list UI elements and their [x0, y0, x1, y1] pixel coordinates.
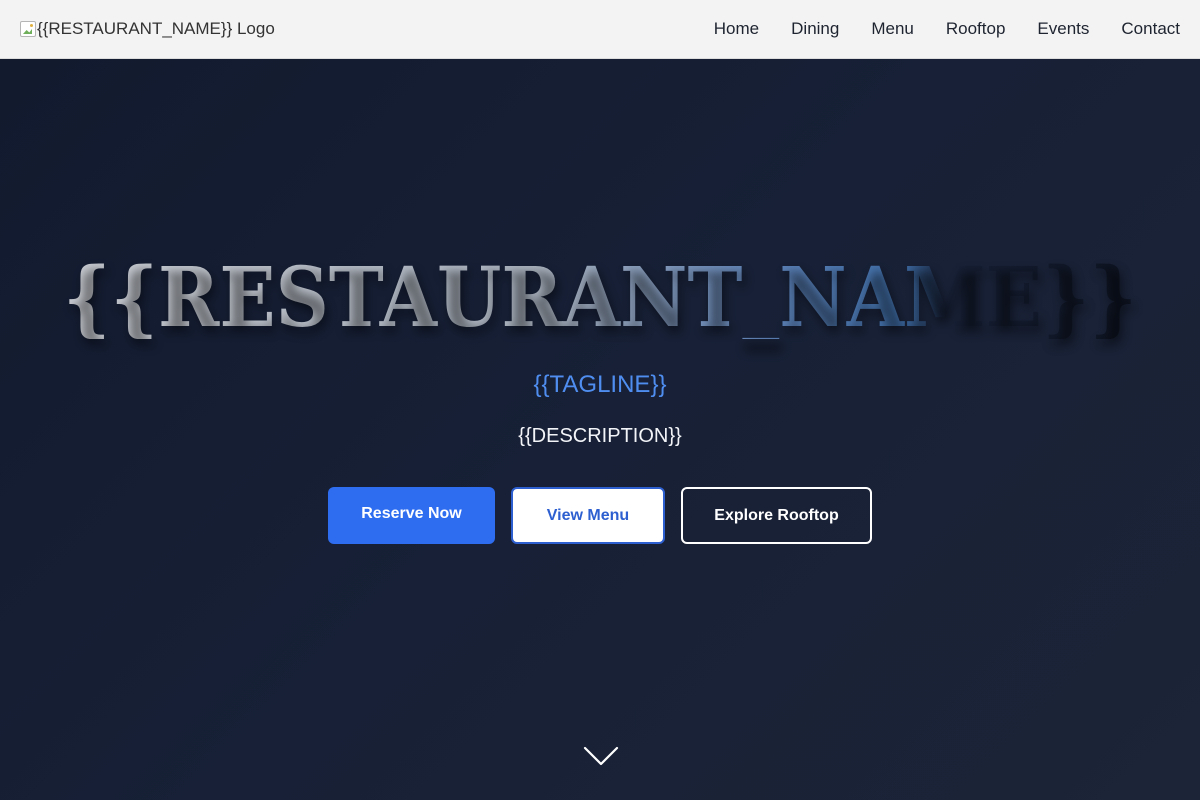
hero-title: {{RESTAURANT_NAME}}	[60, 257, 1140, 339]
logo[interactable]: {{RESTAURANT_NAME}} Logo	[20, 19, 275, 39]
nav-link-dining[interactable]: Dining	[791, 19, 839, 39]
broken-image-icon	[20, 21, 36, 37]
hero-tagline: {{TAGLINE}}	[533, 371, 667, 398]
nav-link-rooftop[interactable]: Rooftop	[946, 19, 1006, 39]
main-nav: Home Dining Menu Rooftop Events Contact	[714, 19, 1180, 39]
hero-section: {{RESTAURANT_NAME}} {{TAGLINE}} {{DESCRI…	[0, 59, 1200, 800]
nav-link-events[interactable]: Events	[1037, 19, 1089, 39]
top-navbar: {{RESTAURANT_NAME}} Logo Home Dining Men…	[0, 0, 1200, 59]
chevron-down-icon[interactable]	[583, 745, 619, 767]
nav-link-menu[interactable]: Menu	[871, 19, 914, 39]
reserve-now-button[interactable]: Reserve Now	[328, 487, 495, 544]
nav-link-contact[interactable]: Contact	[1121, 19, 1180, 39]
logo-alt-text: {{RESTAURANT_NAME}} Logo	[37, 19, 275, 38]
hero-description: {{DESCRIPTION}}	[518, 425, 682, 447]
cta-button-group: Reserve Now View Menu Explore Rooftop	[0, 487, 1200, 544]
view-menu-button[interactable]: View Menu	[511, 487, 665, 544]
nav-link-home[interactable]: Home	[714, 19, 759, 39]
explore-rooftop-button[interactable]: Explore Rooftop	[681, 487, 872, 544]
